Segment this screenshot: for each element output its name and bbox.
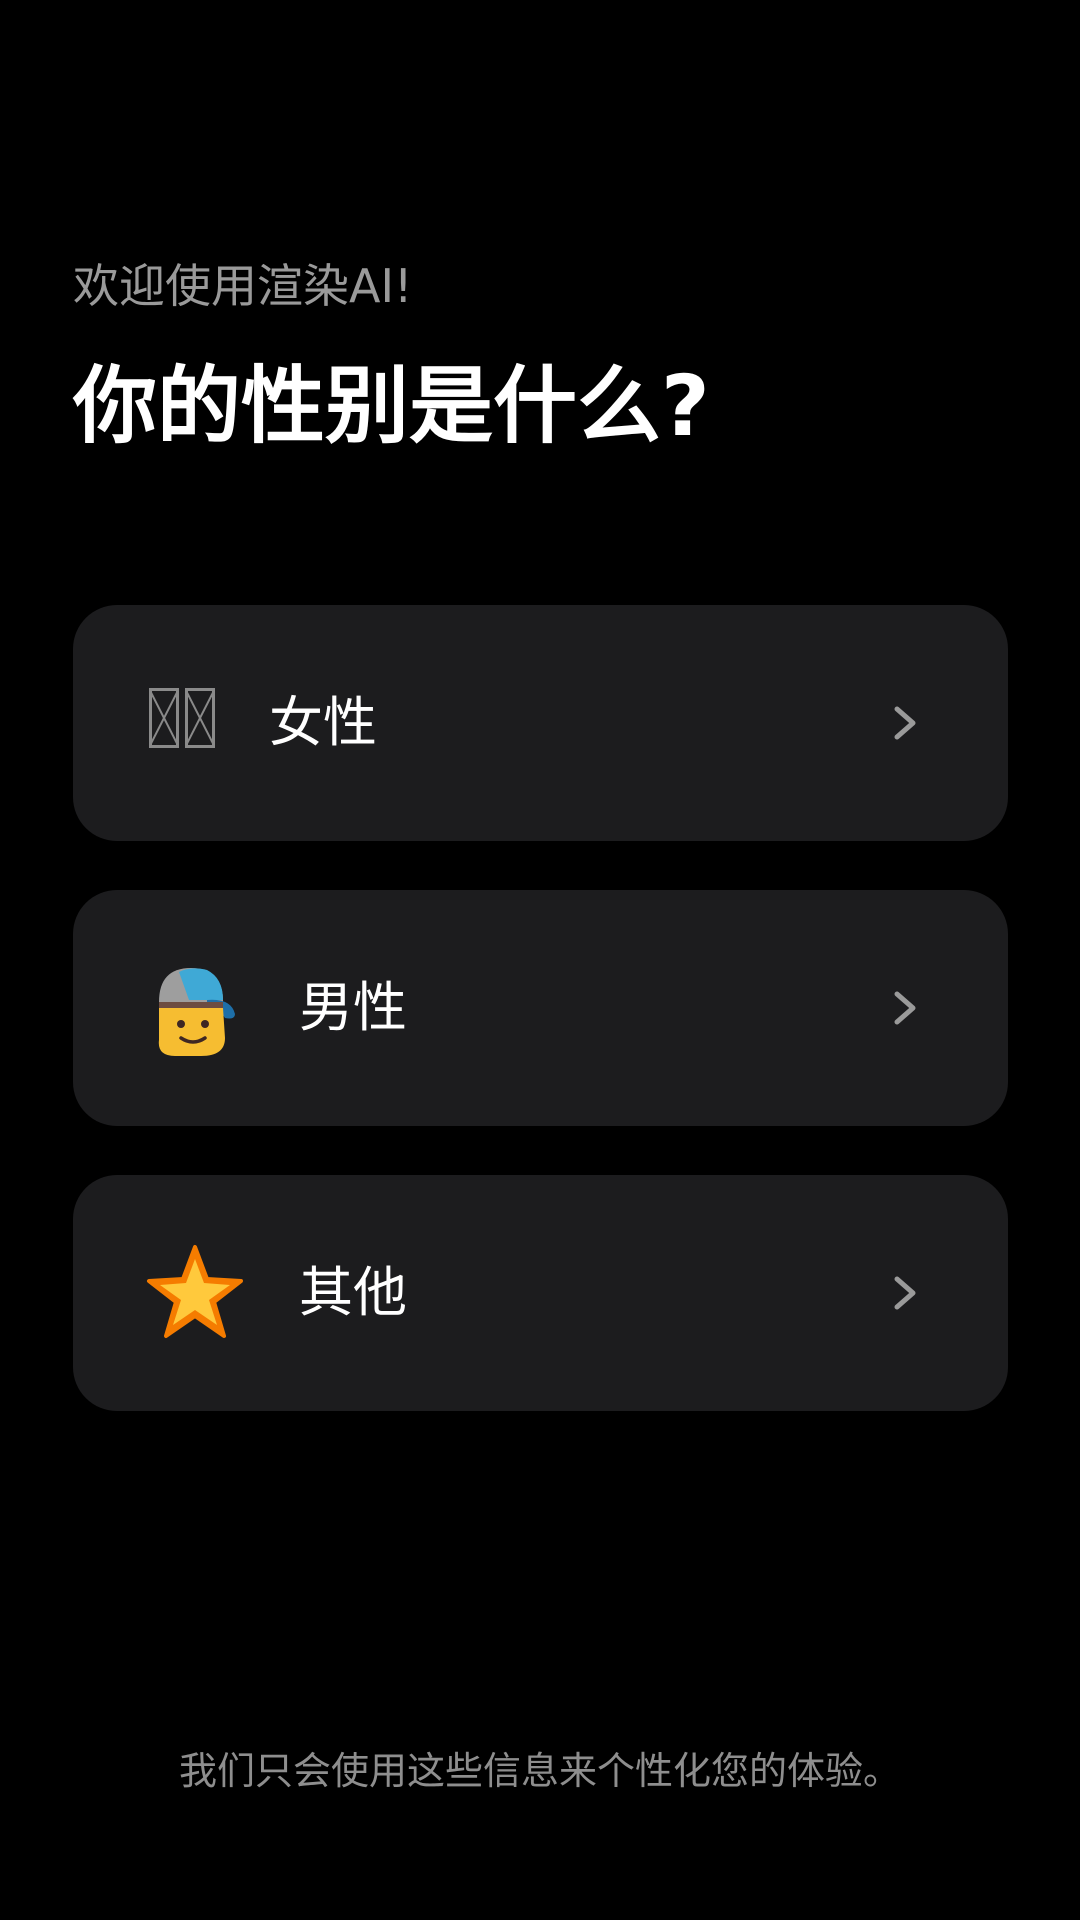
option-other-label: 其他 (299, 1261, 407, 1324)
missing-glyph-icon (149, 688, 215, 748)
option-female[interactable]: 女性 (73, 605, 1008, 841)
star-icon (147, 1245, 243, 1338)
gender-options: 女性 男性 其他 (73, 605, 1008, 1460)
option-other[interactable]: 其他 (73, 1175, 1008, 1411)
option-male[interactable]: 男性 (73, 890, 1008, 1126)
option-male-label: 男性 (299, 976, 407, 1039)
page-title: 你的性别是什么? (73, 357, 710, 455)
chevron-right-icon (894, 706, 916, 740)
welcome-text: 欢迎使用渲染AI! (73, 259, 413, 313)
chevron-right-icon (894, 1276, 916, 1310)
privacy-note: 我们只会使用这些信息来个性化您的体验。 (178, 1749, 901, 1793)
chevron-right-icon (894, 991, 916, 1025)
boy-with-cap-icon (158, 968, 235, 1056)
option-female-label: 女性 (269, 691, 377, 754)
